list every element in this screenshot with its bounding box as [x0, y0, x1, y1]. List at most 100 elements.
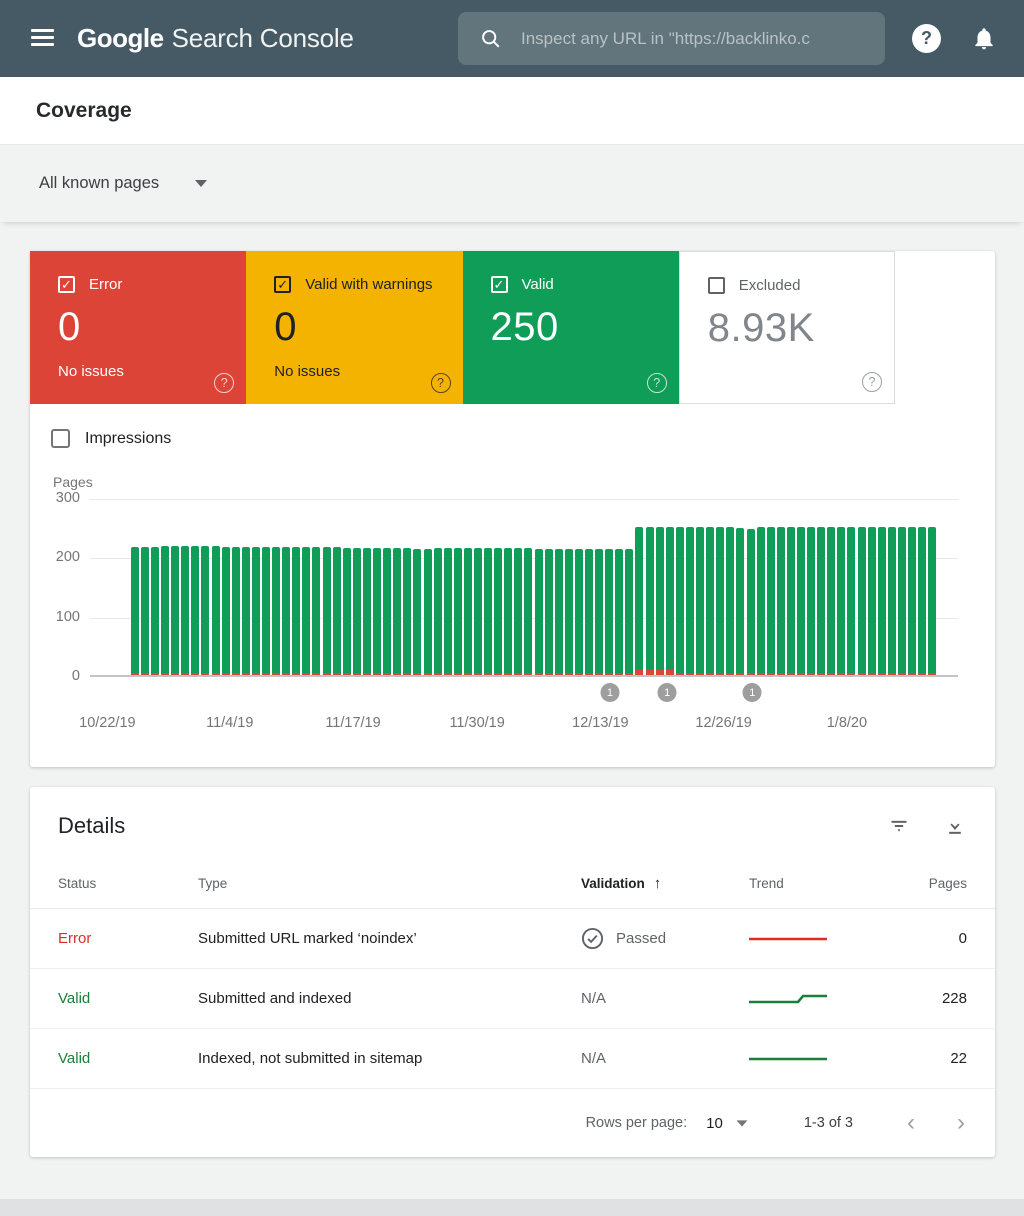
table-row[interactable]: Valid Indexed, not submitted in sitemap … — [30, 1029, 995, 1089]
valid-warnings-checkbox[interactable]: ✓ — [274, 276, 291, 293]
help-icon[interactable]: ? — [647, 373, 667, 393]
card-label: Valid — [522, 276, 554, 293]
chart-bar — [706, 527, 714, 675]
valid-warnings-card[interactable]: ✓ Valid with warnings 0 No issues ? — [246, 251, 462, 404]
chart-bar — [171, 546, 179, 675]
filter-icon[interactable] — [889, 816, 909, 836]
chart-bar — [827, 527, 835, 675]
download-icon[interactable] — [945, 816, 965, 836]
chart-bar — [282, 547, 290, 675]
logo-search-console: Search Console — [172, 23, 354, 54]
row-trend-sparkline — [749, 931, 889, 947]
chart-bar — [696, 527, 704, 675]
row-type: Submitted and indexed — [198, 990, 581, 1007]
valid-card[interactable]: ✓ Valid 250 ? — [463, 251, 679, 404]
valid-checkbox[interactable]: ✓ — [491, 276, 508, 293]
row-type: Submitted URL marked ‘noindex’ — [198, 930, 581, 947]
scope-dropdown[interactable]: All known pages — [39, 174, 159, 193]
page-title-bar: Coverage — [0, 77, 1024, 145]
chart-bar — [555, 549, 563, 675]
chart-bar — [575, 549, 583, 675]
chart-bar — [565, 549, 573, 675]
chart-bar — [232, 547, 240, 675]
app-logo: Google Search Console — [77, 0, 354, 77]
chart-bar — [545, 549, 553, 675]
column-status[interactable]: Status — [58, 876, 198, 891]
x-axis-tick: 11/4/19 — [206, 715, 253, 731]
url-inspect-searchbox[interactable] — [458, 12, 885, 65]
impressions-checkbox[interactable] — [51, 429, 70, 448]
table-row[interactable]: Error Submitted URL marked ‘noindex’ Pas… — [30, 909, 995, 969]
impressions-label: Impressions — [85, 430, 171, 448]
annotation-marker[interactable]: 1 — [600, 683, 619, 702]
chart-bar — [777, 527, 785, 675]
hamburger-menu-icon[interactable] — [31, 29, 54, 50]
excluded-card[interactable]: ✓ Excluded 8.93K ? — [679, 251, 895, 404]
annotation-marker[interactable]: 1 — [743, 683, 762, 702]
chart-bar — [312, 547, 320, 675]
excluded-checkbox[interactable]: ✓ — [708, 277, 725, 294]
previous-page-button[interactable]: ‹ — [907, 1111, 915, 1135]
chart-bar — [716, 527, 724, 675]
error-card[interactable]: ✓ Error 0 No issues ? — [30, 251, 246, 404]
chart-bar — [151, 547, 159, 675]
chevron-down-icon[interactable] — [195, 180, 207, 187]
help-icon[interactable]: ? — [912, 24, 941, 53]
column-validation[interactable]: Validation ↑ — [581, 875, 749, 892]
chart-bar — [757, 527, 765, 675]
chart-bar — [252, 547, 260, 675]
chart-bar — [131, 547, 139, 675]
row-status: Valid — [58, 1050, 198, 1067]
rows-per-page-label: Rows per page: — [586, 1115, 688, 1131]
sort-ascending-icon: ↑ — [654, 875, 662, 892]
notifications-bell-icon[interactable] — [971, 25, 997, 57]
column-pages[interactable]: Pages — [889, 876, 967, 891]
next-page-button[interactable]: › — [957, 1111, 965, 1135]
page-title: Coverage — [36, 99, 132, 123]
chart-bar — [615, 549, 623, 675]
help-icon[interactable]: ? — [214, 373, 234, 393]
chart-bar — [908, 527, 916, 675]
chart-bar — [625, 549, 633, 675]
chart-bar — [504, 548, 512, 675]
help-icon[interactable]: ? — [862, 372, 882, 392]
column-trend[interactable]: Trend — [749, 876, 889, 891]
app-bar: Google Search Console ? — [0, 0, 1024, 77]
logo-google: Google — [77, 23, 164, 54]
chart-bar — [424, 549, 432, 675]
row-validation: N/A — [581, 990, 749, 1007]
chart-bar — [343, 548, 351, 675]
chart-bar — [858, 527, 866, 675]
chart-bar — [363, 548, 371, 675]
chart-bar — [494, 548, 502, 675]
chart-bar — [837, 527, 845, 675]
chart-bar — [474, 548, 482, 675]
chart-bar — [464, 548, 472, 675]
x-axis-tick: 12/13/19 — [572, 715, 628, 731]
row-status: Valid — [58, 990, 198, 1007]
chart-bar — [646, 527, 654, 675]
help-icon[interactable]: ? — [431, 373, 451, 393]
chart-plot-area: 3002001000 — [90, 499, 958, 677]
chart-bar — [535, 549, 543, 675]
chevron-down-icon[interactable] — [736, 1120, 747, 1126]
y-axis-tick: 200 — [38, 549, 80, 565]
row-validation: Passed — [581, 927, 749, 950]
chart-bar — [393, 548, 401, 675]
rows-per-page-select[interactable]: 10 — [706, 1115, 723, 1132]
chart-bar — [726, 527, 734, 675]
chart-bar — [878, 527, 886, 675]
impressions-toggle[interactable]: Impressions — [51, 429, 995, 448]
excluded-count: 8.93K — [708, 306, 894, 351]
row-trend-sparkline — [749, 1051, 889, 1067]
column-type[interactable]: Type — [198, 876, 581, 891]
valid-count: 250 — [491, 305, 679, 350]
filter-bar: All known pages — [0, 145, 1024, 222]
error-checkbox[interactable]: ✓ — [58, 276, 75, 293]
y-axis-tick: 300 — [38, 490, 80, 506]
chart-annotation-markers: 1 1 1 — [90, 683, 958, 705]
url-inspect-input[interactable] — [521, 29, 881, 49]
chart-bar — [656, 527, 664, 675]
annotation-marker[interactable]: 1 — [658, 683, 677, 702]
table-row[interactable]: Valid Submitted and indexed N/A 228 — [30, 969, 995, 1029]
